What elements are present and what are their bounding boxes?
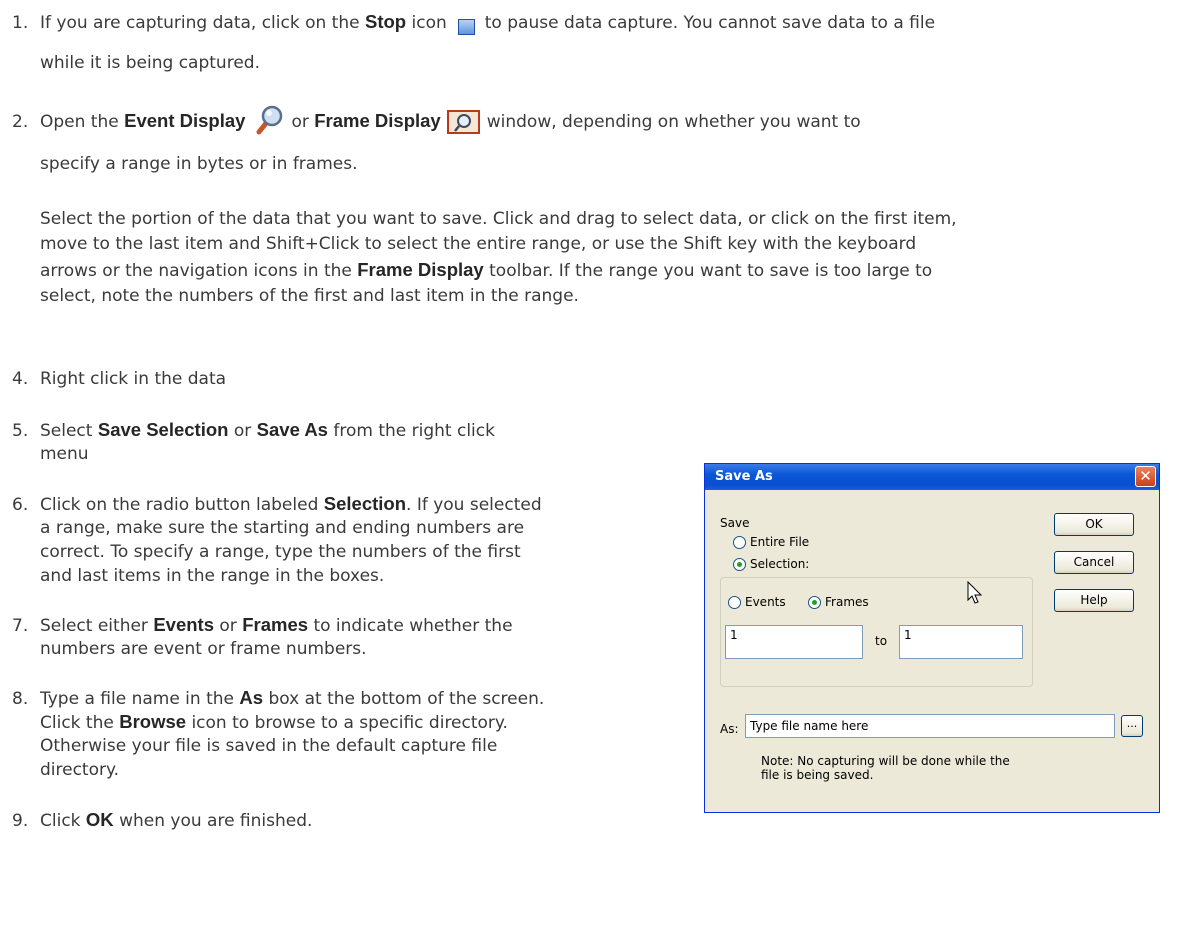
browse-button[interactable]: ... bbox=[1121, 715, 1143, 737]
step-8-line-3: Otherwise your file is saved in the defa… bbox=[40, 736, 498, 756]
save-group-label: Save bbox=[720, 516, 750, 530]
frame-display-icon[interactable] bbox=[446, 109, 481, 135]
step-2: 2. Open the Event Display or Frame Displa… bbox=[12, 104, 1187, 138]
file-name-input[interactable]: Type file name here bbox=[745, 714, 1115, 738]
as-label: As: bbox=[720, 722, 739, 736]
cancel-button[interactable]: Cancel bbox=[1054, 551, 1134, 574]
step-1: 1. If you are capturing data, click on th… bbox=[12, 10, 1187, 36]
stop-icon[interactable] bbox=[453, 12, 479, 38]
frames-label: Frames bbox=[825, 595, 869, 609]
events-radio[interactable] bbox=[728, 596, 741, 609]
to-label: to bbox=[875, 634, 888, 648]
entire-file-radio[interactable] bbox=[733, 536, 746, 549]
note-line-2: file is being saved. bbox=[761, 768, 874, 782]
selection-radio[interactable] bbox=[733, 558, 746, 571]
entire-file-label: Entire File bbox=[750, 535, 810, 549]
step-6-line-2: a range, make sure the starting and endi… bbox=[40, 518, 525, 538]
step-7-continued: numbers are event or frame numbers. bbox=[40, 639, 367, 659]
step-6-line-3: correct. To specify a range, type the nu… bbox=[40, 542, 521, 562]
range-to-input[interactable]: 1 bbox=[899, 625, 1023, 659]
step-5: 5. Select Save Selection or Save As from … bbox=[12, 419, 495, 441]
mouse-cursor-icon bbox=[967, 580, 985, 608]
help-button[interactable]: Help bbox=[1054, 589, 1134, 612]
frames-radio[interactable] bbox=[808, 596, 821, 609]
step-8-line-4: directory. bbox=[40, 760, 120, 780]
step-8: 8. Type a file name in the As box at the … bbox=[12, 687, 545, 709]
save-as-dialog: Save As ✕ Save Entire File Selection: Ev… bbox=[704, 463, 1160, 813]
ok-button[interactable]: OK bbox=[1054, 513, 1134, 536]
magnifier-icon[interactable] bbox=[251, 104, 285, 136]
step-7: 7. Select either Events or Frames to indi… bbox=[12, 614, 513, 636]
events-label: Events bbox=[745, 595, 786, 609]
step-1-continued: while it is being captured. bbox=[40, 53, 260, 73]
close-icon: ✕ bbox=[1139, 467, 1152, 485]
dialog-title: Save As bbox=[715, 469, 773, 484]
range-from-input[interactable]: 1 bbox=[725, 625, 863, 659]
step-3: 3.Select the portion of the data that yo… bbox=[0, 209, 957, 306]
step-2-continued: specify a range in bytes or in frames. bbox=[40, 154, 358, 174]
close-button[interactable]: ✕ bbox=[1135, 466, 1156, 487]
step-8-line-2: Click the Browse icon to browse to a spe… bbox=[40, 711, 508, 733]
step-5-continued: menu bbox=[40, 444, 89, 464]
note-line-1: Note: No capturing will be done while th… bbox=[761, 754, 1010, 768]
step-4: 4. Right click in the data bbox=[12, 369, 227, 389]
dialog-titlebar[interactable]: Save As ✕ bbox=[705, 464, 1159, 490]
selection-label: Selection: bbox=[750, 557, 810, 571]
step-6: 6. Click on the radio button labeled Sele… bbox=[12, 493, 542, 515]
step-6-line-4: and last items in the range in the boxes… bbox=[40, 566, 385, 586]
